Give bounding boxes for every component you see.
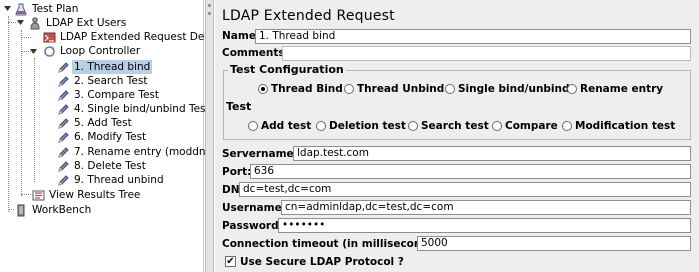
password-label: Password bbox=[222, 220, 279, 232]
tree-label: 8. Delete Test bbox=[74, 160, 146, 172]
test-title: Test bbox=[226, 100, 252, 113]
tree-label: 9. Thread unbind bbox=[74, 174, 164, 186]
timeout-field[interactable]: 5000 bbox=[417, 236, 691, 251]
thread-group-icon bbox=[28, 16, 42, 30]
username-label: Username bbox=[222, 202, 282, 214]
collapse-handle-icon[interactable] bbox=[4, 5, 11, 12]
timeout-label: Connection timeout (in milliseconds) bbox=[222, 238, 440, 250]
test-configuration-group: Test Configuration Thread Bind Thread Un… bbox=[223, 63, 691, 140]
test-plan-tree[interactable]: Test Plan LDAP Ext Users LDAP Extended R… bbox=[0, 0, 234, 272]
tree-label: 6. Modify Test bbox=[74, 131, 147, 143]
divider-grip bbox=[208, 12, 211, 15]
split-pane-divider[interactable] bbox=[205, 0, 214, 272]
dn-field[interactable]: dc=test,dc=com bbox=[239, 182, 691, 197]
pencil-icon bbox=[56, 145, 70, 159]
workbench-icon bbox=[14, 203, 28, 217]
tree-label: 2. Search Test bbox=[74, 75, 148, 87]
tree-connector bbox=[21, 37, 31, 38]
tree-connector bbox=[8, 16, 9, 212]
tree-label: WorkBench bbox=[32, 204, 92, 216]
tree-connector bbox=[34, 58, 35, 182]
tree-label: 1. Thread bind bbox=[72, 60, 153, 74]
radio-button[interactable] bbox=[567, 84, 577, 94]
tree-connector bbox=[21, 194, 31, 195]
radio-label: Rename entry bbox=[580, 83, 664, 95]
name-field[interactable]: 1. Thread bind bbox=[255, 29, 691, 44]
tree-connector bbox=[21, 30, 22, 196]
radio-button[interactable] bbox=[344, 84, 354, 94]
secure-ldap-checkbox[interactable]: ✔ bbox=[225, 256, 236, 267]
radio-button[interactable] bbox=[408, 121, 418, 131]
collapse-handle-icon[interactable] bbox=[17, 19, 24, 26]
radio-label: Thread Unbind bbox=[357, 83, 445, 95]
tree-label: Test Plan bbox=[32, 3, 79, 15]
radio-button[interactable] bbox=[248, 121, 258, 131]
pencil-icon bbox=[56, 116, 70, 130]
comments-field[interactable] bbox=[282, 46, 691, 61]
radio-label: Compare bbox=[505, 120, 558, 132]
port-label: Port: bbox=[222, 166, 252, 178]
ldap-extended-request-panel: LDAP Extended Request Name: 1. Thread bi… bbox=[215, 0, 699, 272]
results-tree-icon bbox=[31, 188, 45, 202]
tree-label: Loop Controller bbox=[60, 45, 141, 57]
pencil-icon bbox=[56, 60, 70, 74]
username-field[interactable]: cn=adminldap,dc=test,dc=com bbox=[281, 200, 691, 215]
tree-label: 7. Rename entry (moddn) bbox=[74, 146, 210, 158]
comments-label: Comments: bbox=[222, 47, 289, 59]
dn-label: DN bbox=[222, 184, 240, 196]
radio-label: Thread Bind bbox=[271, 83, 343, 95]
secure-ldap-label: Use Secure LDAP Protocol ? bbox=[240, 256, 404, 268]
pencil-icon bbox=[56, 130, 70, 144]
password-field[interactable]: ••••••• bbox=[278, 218, 691, 233]
divider-grip bbox=[208, 4, 211, 7]
tree-label: 5. Add Test bbox=[74, 117, 132, 129]
radio-button[interactable] bbox=[316, 121, 326, 131]
radio-label: Search test bbox=[421, 120, 489, 132]
pencil-icon bbox=[56, 173, 70, 187]
servername-label: Servername : bbox=[222, 148, 302, 160]
pencil-icon bbox=[56, 88, 70, 102]
radio-label: Single bind/unbind bbox=[458, 83, 570, 95]
pencil-icon bbox=[56, 159, 70, 173]
tree-label: LDAP Ext Users bbox=[46, 17, 127, 29]
servername-field[interactable]: ldap.test.com bbox=[293, 146, 691, 161]
tree-label: 4. Single bind/unbind Test bbox=[74, 103, 210, 115]
radio-label: Add test bbox=[261, 120, 312, 132]
test-configuration-title: Test Configuration bbox=[228, 63, 346, 76]
pencil-icon bbox=[56, 102, 70, 116]
radio-button[interactable] bbox=[258, 84, 268, 94]
radio-label: Modification test bbox=[575, 120, 676, 132]
loop-controller-icon bbox=[42, 44, 56, 58]
tree-label: View Results Tree bbox=[49, 189, 141, 201]
radio-button[interactable] bbox=[492, 121, 502, 131]
port-field[interactable]: 636 bbox=[250, 164, 691, 179]
radio-label: Deletion test bbox=[329, 120, 406, 132]
radio-button[interactable] bbox=[562, 121, 572, 131]
pencil-icon bbox=[56, 74, 70, 88]
radio-button[interactable] bbox=[445, 84, 455, 94]
collapse-handle-icon[interactable] bbox=[30, 48, 37, 55]
tree-label: 3. Compare Test bbox=[74, 89, 159, 101]
config-element-icon bbox=[42, 30, 56, 44]
panel-title: LDAP Extended Request bbox=[222, 8, 395, 24]
flask-icon bbox=[14, 2, 28, 16]
